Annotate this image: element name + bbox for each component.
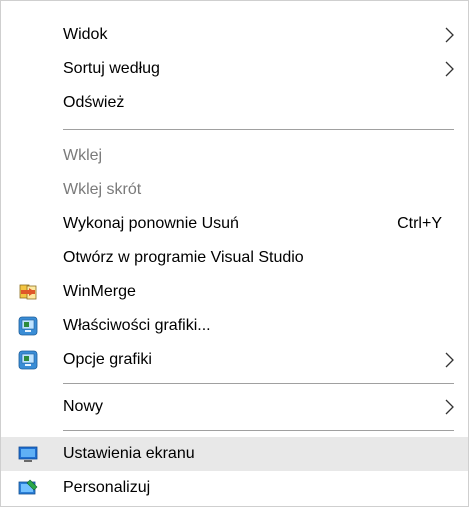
personalize-icon [18, 479, 38, 495]
intel-graphics-icon [18, 316, 38, 336]
menu-item-ustawienia-ekranu[interactable]: Ustawienia ekranu [1, 437, 468, 471]
menu-item-label: Wykonaj ponownie Usuń [63, 215, 239, 232]
menu-item-visual-studio[interactable]: Otwórz w programie Visual Studio [1, 241, 468, 275]
menu-item-label: Wklej [63, 147, 103, 164]
menu-item-winmerge[interactable]: WinMerge [1, 275, 468, 309]
menu-item-label: WinMerge [63, 283, 136, 300]
menu-item-odswiez[interactable]: Odśwież [1, 86, 468, 120]
chevron-right-icon [445, 399, 454, 415]
menu-item-label: Sortuj według [63, 60, 160, 77]
menu-item-label: Nowy [63, 398, 104, 415]
menu-item-label: Widok [63, 26, 108, 43]
winmerge-icon [19, 284, 37, 300]
chevron-right-icon [445, 61, 454, 77]
display-icon [18, 446, 38, 462]
menu-item-wykonaj-ponownie[interactable]: Wykonaj ponownie Usuń Ctrl+Y [1, 207, 468, 241]
menu-item-label: Odśwież [63, 94, 125, 111]
menu-item-wklej-skrot: Wklej skrót [1, 173, 468, 207]
menu-item-label: Wklej skrót [63, 181, 142, 198]
menu-item-nowy[interactable]: Nowy [1, 390, 468, 424]
chevron-right-icon [445, 27, 454, 43]
menu-item-label: Opcje grafiki [63, 351, 152, 368]
menu-top-padding [1, 1, 468, 18]
shortcut-label: Ctrl+Y [397, 215, 442, 232]
menu-item-label: Otwórz w programie Visual Studio [63, 249, 304, 266]
menu-item-label: Właściwości grafiki... [63, 317, 211, 334]
menu-separator [63, 129, 454, 130]
menu-item-label: Personalizuj [63, 479, 151, 496]
menu-separator [63, 383, 454, 384]
context-menu: Widok Sortuj według Odśwież Wklej Wklej … [0, 0, 469, 507]
menu-item-sortuj-wedlug[interactable]: Sortuj według [1, 52, 468, 86]
menu-item-personalizuj[interactable]: Personalizuj [1, 471, 468, 505]
intel-graphics-icon [18, 350, 38, 370]
menu-separator [63, 430, 454, 431]
menu-item-widok[interactable]: Widok [1, 18, 468, 52]
menu-item-label: Ustawienia ekranu [63, 445, 195, 462]
chevron-right-icon [445, 352, 454, 368]
menu-item-wklej: Wklej [1, 139, 468, 173]
menu-item-opcje-grafiki[interactable]: Opcje grafiki [1, 343, 468, 377]
menu-item-wlasciwosci-grafiki[interactable]: Właściwości grafiki... [1, 309, 468, 343]
